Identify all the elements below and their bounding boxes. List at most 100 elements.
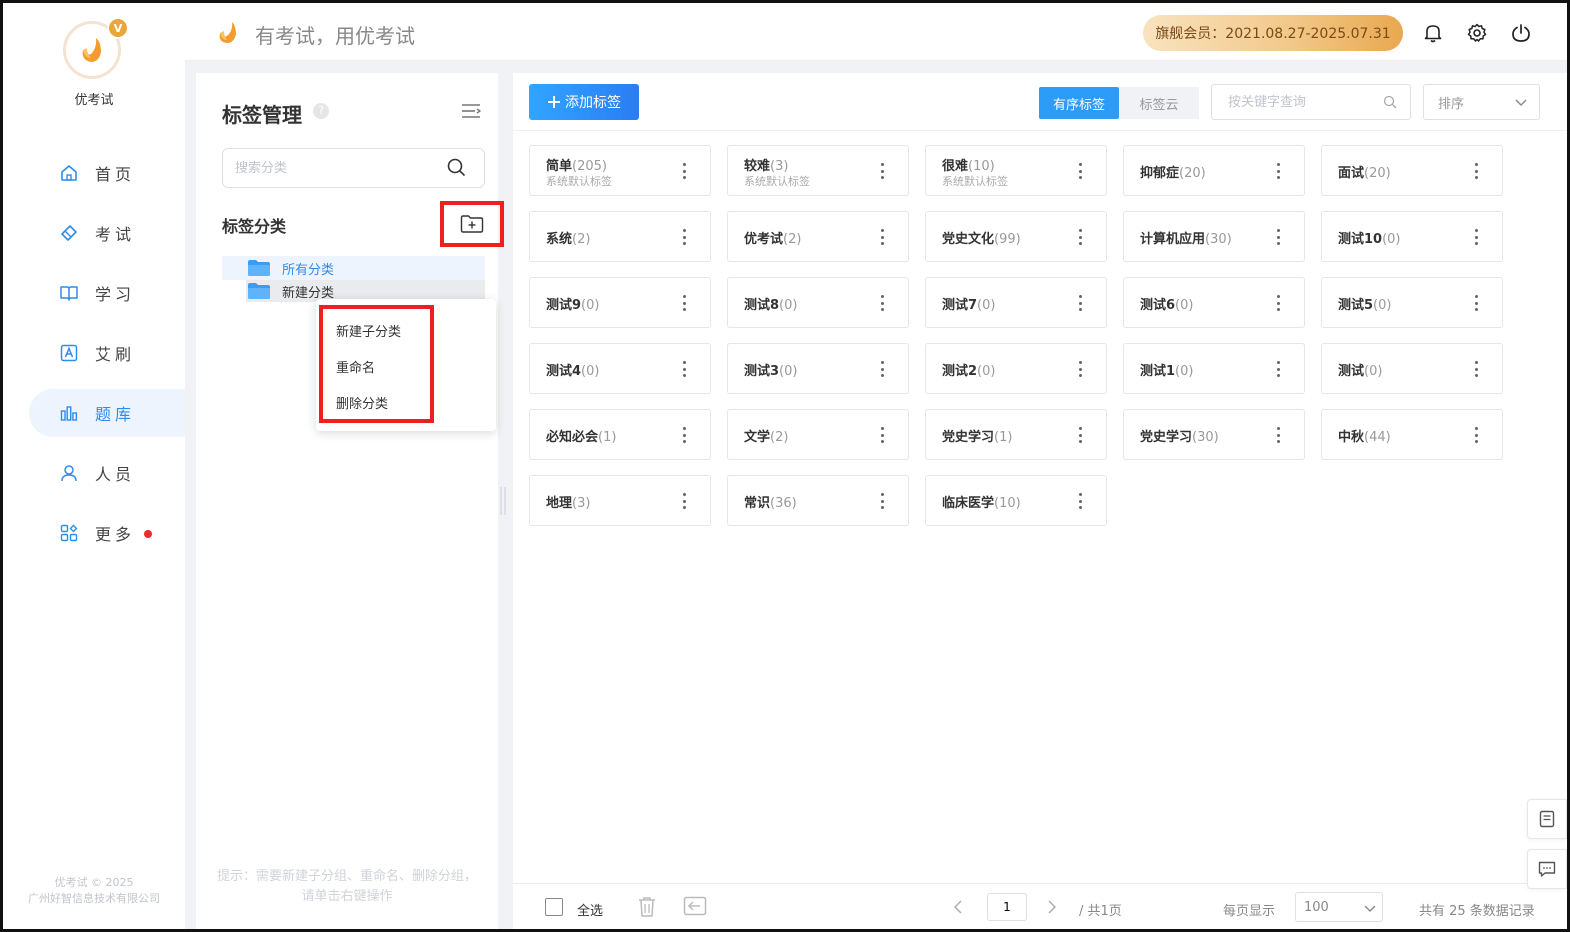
more-vertical-icon[interactable] <box>1078 427 1082 443</box>
more-vertical-icon[interactable] <box>682 295 686 311</box>
more-vertical-icon[interactable] <box>1276 229 1280 245</box>
collapse-menu-icon[interactable] <box>461 103 482 119</box>
tag-card[interactable]: 测试8(0) <box>727 277 909 328</box>
more-vertical-icon[interactable] <box>880 295 884 311</box>
more-vertical-icon[interactable] <box>1474 295 1478 311</box>
tab-ordered-tags[interactable]: 有序标签 <box>1039 87 1119 119</box>
move-to-icon[interactable] <box>683 896 707 916</box>
next-page-icon[interactable] <box>1047 900 1057 914</box>
tag-card[interactable]: 抑郁症(20) <box>1123 145 1305 196</box>
tag-card[interactable]: 很难(10) 系统默认标签 <box>925 145 1107 196</box>
more-vertical-icon[interactable] <box>1474 163 1478 179</box>
tag-card[interactable]: 简单(205) 系统默认标签 <box>529 145 711 196</box>
tag-card[interactable]: 测试4(0) <box>529 343 711 394</box>
document-float-button[interactable] <box>1527 799 1567 839</box>
power-icon[interactable] <box>1511 23 1531 43</box>
per-page-select[interactable]: 100 <box>1295 892 1383 922</box>
tag-card[interactable]: 地理(3) <box>529 475 711 526</box>
panel-splitter[interactable] <box>499 487 507 515</box>
help-icon[interactable]: ? <box>313 103 329 119</box>
tag-count: (20) <box>1179 166 1206 181</box>
member-badge[interactable]: 旗舰会员：2021.08.27-2025.07.31 <box>1143 15 1403 51</box>
tag-card[interactable]: 必知必会(1) <box>529 409 711 460</box>
more-vertical-icon[interactable] <box>682 493 686 509</box>
bell-icon[interactable] <box>1423 23 1443 43</box>
brand-logo[interactable]: V <box>61 17 129 83</box>
tag-card[interactable]: 计算机应用(30) <box>1123 211 1305 262</box>
more-vertical-icon[interactable] <box>880 361 884 377</box>
tag-name: 测试7(0) <box>942 294 995 313</box>
more-vertical-icon[interactable] <box>682 163 686 179</box>
tag-card[interactable]: 优考试(2) <box>727 211 909 262</box>
tag-label: 简单 <box>546 159 573 174</box>
select-all-checkbox[interactable] <box>545 898 563 916</box>
more-vertical-icon[interactable] <box>1078 493 1082 509</box>
tag-label: 较难 <box>744 159 771 174</box>
tag-card[interactable]: 党史学习(1) <box>925 409 1107 460</box>
more-vertical-icon[interactable] <box>1078 229 1082 245</box>
keyword-search-input[interactable] <box>1211 84 1411 120</box>
nav-item-exam[interactable]: 考试 <box>3 209 185 257</box>
tag-card[interactable]: 党史文化(99) <box>925 211 1107 262</box>
gear-icon[interactable] <box>1467 23 1487 43</box>
tag-card[interactable]: 测试9(0) <box>529 277 711 328</box>
tag-card[interactable]: 临床医学(10) <box>925 475 1107 526</box>
tag-card[interactable]: 党史学习(30) <box>1123 409 1305 460</box>
tag-card[interactable]: 中秋(44) <box>1321 409 1503 460</box>
more-vertical-icon[interactable] <box>1078 361 1082 377</box>
more-vertical-icon[interactable] <box>880 427 884 443</box>
search-icon[interactable] <box>1383 95 1397 109</box>
more-vertical-icon[interactable] <box>880 493 884 509</box>
more-vertical-icon[interactable] <box>880 229 884 245</box>
tag-card[interactable]: 面试(20) <box>1321 145 1503 196</box>
tag-card[interactable]: 常识(36) <box>727 475 909 526</box>
more-vertical-icon[interactable] <box>1276 427 1280 443</box>
tag-card[interactable]: 测试5(0) <box>1321 277 1503 328</box>
more-vertical-icon[interactable] <box>1474 427 1478 443</box>
sort-select[interactable]: 排序 <box>1423 84 1540 120</box>
tag-card[interactable]: 文学(2) <box>727 409 909 460</box>
tag-name: 测试2(0) <box>942 360 995 379</box>
tag-card[interactable]: 测试1(0) <box>1123 343 1305 394</box>
tree-node-all[interactable]: 所有分类 <box>222 256 485 280</box>
tag-label: 测试1 <box>1140 364 1176 379</box>
brand-name: 优考试 <box>74 93 114 108</box>
nav-item-study[interactable]: 学习 <box>3 269 185 317</box>
tag-card[interactable]: 测试(0) <box>1321 343 1503 394</box>
add-category-button[interactable] <box>440 201 504 247</box>
select-all-label[interactable]: 全选 <box>577 900 603 919</box>
more-vertical-icon[interactable] <box>682 229 686 245</box>
nav-item-aishua[interactable]: 艾刷 <box>3 329 185 377</box>
top-header: 有考试，用优考试 旗舰会员：2021.08.27-2025.07.31 <box>185 3 1567 61</box>
tag-card[interactable]: 系统(2) <box>529 211 711 262</box>
more-vertical-icon[interactable] <box>682 361 686 377</box>
page-number-input[interactable] <box>987 893 1027 921</box>
tab-tag-cloud[interactable]: 标签云 <box>1119 87 1199 119</box>
tag-card[interactable]: 测试7(0) <box>925 277 1107 328</box>
chat-float-button[interactable] <box>1527 849 1567 889</box>
tag-count: (30) <box>1192 430 1219 445</box>
more-vertical-icon[interactable] <box>1078 295 1082 311</box>
search-icon[interactable] <box>446 157 468 179</box>
nav-item-more[interactable]: 更多 <box>3 509 185 557</box>
tag-card[interactable]: 较难(3) 系统默认标签 <box>727 145 909 196</box>
tag-name: 测试1(0) <box>1140 360 1193 379</box>
tag-card[interactable]: 测试10(0) <box>1321 211 1503 262</box>
more-vertical-icon[interactable] <box>682 427 686 443</box>
more-vertical-icon[interactable] <box>1276 361 1280 377</box>
more-vertical-icon[interactable] <box>1474 229 1478 245</box>
tag-card[interactable]: 测试6(0) <box>1123 277 1305 328</box>
more-vertical-icon[interactable] <box>1276 295 1280 311</box>
trash-icon[interactable] <box>637 896 657 918</box>
more-vertical-icon[interactable] <box>1078 163 1082 179</box>
tag-card[interactable]: 测试3(0) <box>727 343 909 394</box>
tag-card[interactable]: 测试2(0) <box>925 343 1107 394</box>
nav-item-question-bank[interactable]: 题库 <box>29 389 185 437</box>
nav-item-home[interactable]: 首页 <box>3 149 185 197</box>
prev-page-icon[interactable] <box>953 900 963 914</box>
nav-item-people[interactable]: 人员 <box>3 449 185 497</box>
more-vertical-icon[interactable] <box>1474 361 1478 377</box>
add-tag-button[interactable]: 添加标签 <box>529 84 639 120</box>
more-vertical-icon[interactable] <box>1276 163 1280 179</box>
more-vertical-icon[interactable] <box>880 163 884 179</box>
